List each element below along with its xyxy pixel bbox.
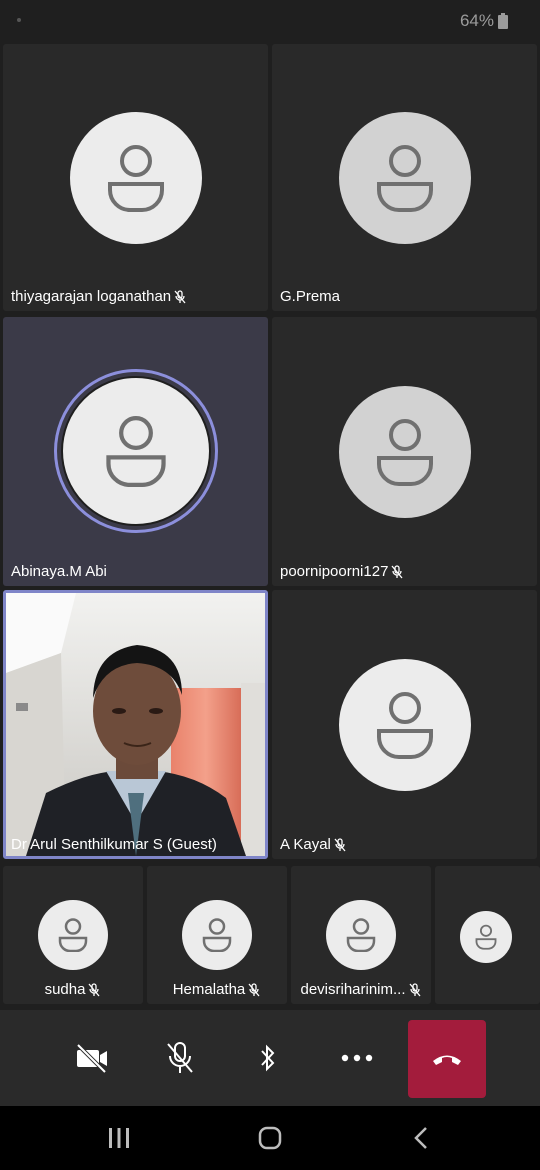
participant-name: Dr Arul Senthilkumar S (Guest) xyxy=(11,836,217,853)
home-icon xyxy=(258,1126,282,1150)
participant-name: devisriharinim... xyxy=(291,981,431,998)
camera-toggle-button[interactable] xyxy=(66,1032,118,1084)
participant-tile-small[interactable]: sudha xyxy=(3,866,143,1004)
participant-name: G.Prema xyxy=(280,288,341,305)
audio-output-button[interactable] xyxy=(242,1032,294,1084)
avatar xyxy=(460,911,512,963)
mic-off-icon xyxy=(167,1042,193,1073)
avatar xyxy=(61,376,211,526)
avatar xyxy=(326,900,396,970)
avatar xyxy=(339,659,471,791)
person-icon xyxy=(377,692,433,759)
muted-icon xyxy=(174,289,186,303)
muted-icon xyxy=(391,564,403,578)
avatar xyxy=(182,900,252,970)
muted-icon xyxy=(409,982,421,996)
status-bar: 64% xyxy=(0,0,540,42)
person-icon xyxy=(377,419,433,486)
participant-name: A Kayal xyxy=(280,836,347,853)
more-options-button[interactable] xyxy=(331,1032,383,1084)
avatar xyxy=(339,112,471,244)
participant-tile[interactable]: poornipoorni127 xyxy=(272,317,537,586)
participant-tile-small[interactable]: Hemalatha xyxy=(147,866,287,1004)
back-button[interactable] xyxy=(401,1120,441,1156)
system-navigation-bar xyxy=(0,1106,540,1170)
call-toolbar xyxy=(0,1010,540,1106)
camera-off-icon xyxy=(76,1043,107,1073)
participant-video-tile[interactable]: Dr Arul Senthilkumar S (Guest) xyxy=(3,590,268,859)
participant-tile[interactable]: A Kayal xyxy=(272,590,537,859)
participant-name: Hemalatha xyxy=(147,981,287,998)
more-icon xyxy=(341,1054,373,1062)
person-icon xyxy=(346,918,376,952)
participant-name: thiyagarajan loganathan xyxy=(11,288,187,305)
muted-icon xyxy=(248,982,260,996)
battery-icon xyxy=(498,13,508,29)
person-icon xyxy=(58,918,88,952)
muted-icon xyxy=(334,837,346,851)
muted-icon xyxy=(88,982,100,996)
avatar xyxy=(38,900,108,970)
person-icon xyxy=(108,145,164,212)
participant-name: Abinaya.M Abi xyxy=(11,563,107,580)
overflow-participants-tile[interactable] xyxy=(435,866,540,1004)
avatar xyxy=(339,386,471,518)
mic-toggle-button[interactable] xyxy=(154,1032,206,1084)
home-button[interactable] xyxy=(250,1120,290,1156)
participant-tile-speaking[interactable]: Abinaya.M Abi xyxy=(3,317,268,586)
back-icon xyxy=(414,1127,427,1149)
participant-tile-small[interactable]: devisriharinim... xyxy=(291,866,431,1004)
person-icon xyxy=(202,918,232,952)
video-frame xyxy=(6,593,265,856)
battery-level: 64% xyxy=(459,11,494,30)
participant-tile[interactable]: G.Prema xyxy=(272,44,537,311)
person-icon xyxy=(106,416,166,487)
recent-apps-button[interactable] xyxy=(99,1120,139,1156)
recent-apps-icon xyxy=(109,1128,129,1148)
participant-name: poornipoorni127 xyxy=(280,563,404,580)
avatar xyxy=(70,112,202,244)
bluetooth-icon xyxy=(261,1044,275,1072)
person-icon xyxy=(377,145,433,212)
person-icon xyxy=(475,924,497,950)
hang-up-button[interactable] xyxy=(408,1020,486,1098)
participant-video xyxy=(6,593,265,856)
notification-dot xyxy=(17,18,21,22)
participant-name: sudha xyxy=(3,981,143,998)
participant-tile[interactable]: thiyagarajan loganathan xyxy=(3,44,268,311)
hang-up-icon xyxy=(433,1055,461,1065)
